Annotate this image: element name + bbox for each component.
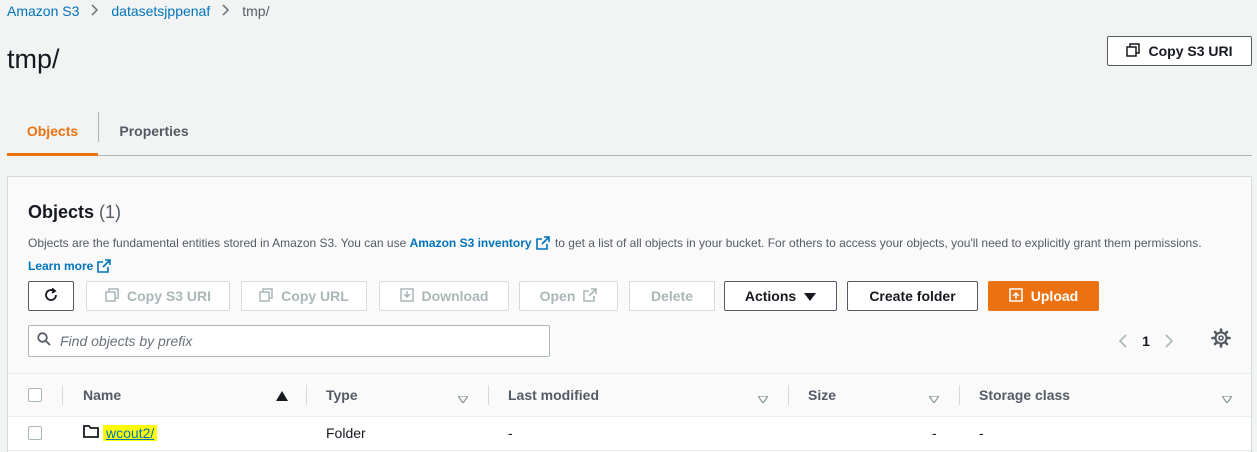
- copy-icon: [1126, 42, 1141, 60]
- column-divider: [62, 385, 63, 405]
- page-title: tmp/: [7, 44, 60, 74]
- download-label: Download: [421, 288, 489, 304]
- search-icon: [37, 331, 51, 351]
- column-header-size[interactable]: Size: [808, 374, 836, 416]
- sort-caret-icon[interactable]: [927, 390, 941, 408]
- column-divider: [306, 385, 307, 405]
- actions-label: Actions: [744, 288, 797, 304]
- chevron-right-icon: [91, 3, 99, 19]
- folder-icon: [83, 425, 99, 441]
- actions-dropdown[interactable]: Actions: [724, 281, 837, 311]
- tab-bar: Objects Properties: [7, 108, 1252, 156]
- sort-caret-icon[interactable]: [456, 390, 470, 408]
- open-label: Open: [539, 288, 576, 304]
- column-header-storage-class[interactable]: Storage class: [979, 374, 1070, 416]
- desc-part-1: Objects are the fundamental entities sto…: [28, 236, 410, 250]
- pagination: 1: [1108, 326, 1184, 356]
- copy-icon: [259, 287, 273, 305]
- sort-caret-icon[interactable]: [756, 390, 770, 408]
- page-number[interactable]: 1: [1138, 333, 1154, 349]
- copy-s3-uri-label: Copy S3 URI: [1148, 43, 1233, 59]
- copy-url-button[interactable]: Copy URL: [241, 281, 367, 311]
- external-link-icon: [535, 236, 550, 256]
- type-cell: Folder: [326, 425, 366, 441]
- column-divider: [959, 385, 960, 405]
- breadcrumb-amazon-s3[interactable]: Amazon S3: [7, 3, 79, 19]
- tab-properties[interactable]: Properties: [99, 108, 209, 155]
- column-divider: [488, 385, 489, 405]
- upload-button[interactable]: Upload: [988, 281, 1099, 311]
- table-row[interactable]: wcout2/ Folder - - -: [8, 417, 1251, 451]
- refresh-icon: [43, 287, 59, 306]
- upload-label: Upload: [1030, 288, 1079, 304]
- folder-link[interactable]: wcout2/: [103, 425, 158, 441]
- last-modified-cell: -: [508, 425, 513, 441]
- desc-part-2: to get a list of all objects in your buc…: [551, 236, 1202, 250]
- refresh-button[interactable]: [28, 281, 74, 311]
- s3-inventory-link[interactable]: Amazon S3 inventory: [410, 236, 532, 250]
- download-icon: [399, 287, 414, 305]
- caret-down-icon: [804, 288, 817, 304]
- breadcrumb-bucket[interactable]: datasetsjppenaf: [111, 3, 210, 19]
- column-header-last-modified[interactable]: Last modified: [508, 374, 599, 416]
- objects-count: (1): [99, 202, 122, 222]
- objects-title-text: Objects: [28, 202, 95, 222]
- objects-panel-title: Objects (1): [28, 202, 121, 223]
- objects-table-header: Name Type Last modified Size Storage cla…: [8, 373, 1251, 417]
- external-link-icon: [583, 287, 598, 305]
- breadcrumb: Amazon S3 datasetsjppenaf tmp/: [7, 3, 269, 19]
- copy-s3-uri-toolbar-button[interactable]: Copy S3 URI: [86, 281, 230, 311]
- external-link-icon: [97, 259, 112, 279]
- size-cell: -: [932, 425, 937, 441]
- chevron-left-icon[interactable]: [1108, 334, 1138, 348]
- copy-s3-uri-toolbar-label: Copy S3 URI: [126, 288, 211, 304]
- select-all-checkbox[interactable]: [28, 374, 42, 416]
- copy-url-label: Copy URL: [281, 288, 349, 304]
- delete-label: Delete: [650, 288, 694, 304]
- chevron-right-icon: [222, 3, 230, 19]
- column-divider: [788, 385, 789, 405]
- open-button[interactable]: Open: [519, 281, 618, 311]
- tab-objects[interactable]: Objects: [7, 108, 98, 156]
- name-cell: wcout2/: [83, 417, 158, 449]
- column-header-name[interactable]: Name: [83, 374, 121, 416]
- download-button[interactable]: Download: [379, 281, 509, 311]
- sort-caret-icon[interactable]: [1220, 390, 1234, 408]
- create-folder-label: Create folder: [869, 288, 956, 304]
- search-input[interactable]: [60, 333, 530, 349]
- objects-panel: Objects (1) Objects are the fundamental …: [7, 176, 1252, 452]
- copy-icon: [105, 287, 119, 305]
- breadcrumb-current: tmp/: [242, 3, 270, 19]
- create-folder-button[interactable]: Create folder: [847, 281, 978, 311]
- copy-s3-uri-button[interactable]: Copy S3 URI: [1107, 36, 1252, 66]
- upload-icon: [1009, 287, 1023, 305]
- delete-button[interactable]: Delete: [629, 281, 715, 311]
- chevron-right-icon[interactable]: [1154, 334, 1184, 348]
- row-checkbox[interactable]: [28, 417, 42, 449]
- learn-more-link[interactable]: Learn more: [28, 259, 93, 273]
- storage-class-cell: -: [979, 425, 984, 441]
- sort-ascending-icon[interactable]: [276, 388, 288, 406]
- search-box: [28, 325, 550, 357]
- column-header-type[interactable]: Type: [326, 374, 358, 416]
- gear-icon[interactable]: [1211, 328, 1233, 350]
- objects-description: Objects are the fundamental entities sto…: [28, 233, 1228, 279]
